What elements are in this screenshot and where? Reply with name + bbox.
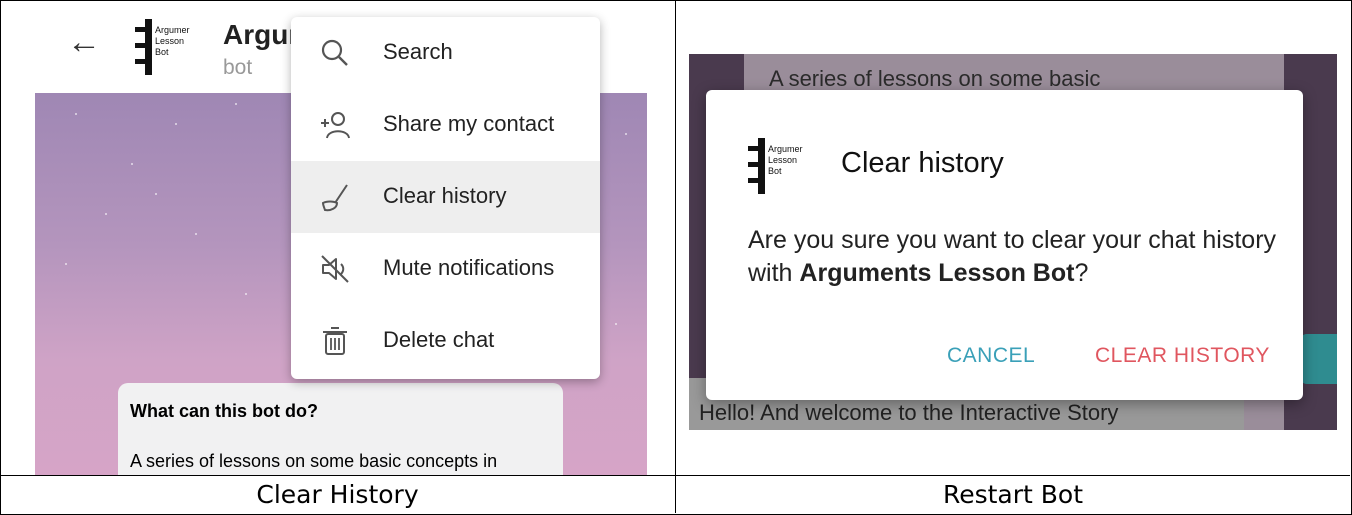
- logo-line: Bot: [768, 166, 782, 176]
- menu-label: Share my contact: [383, 111, 555, 136]
- menu-label: Search: [383, 39, 453, 64]
- menu-label: Delete chat: [383, 327, 495, 352]
- chat-subtitle: bot: [223, 56, 253, 79]
- right-screenshot: A series of lessons on some basic Hello!…: [676, 1, 1350, 475]
- menu-item-share-contact[interactable]: Share my contact: [291, 89, 600, 161]
- bot-name: Arguments Lesson Bot: [799, 259, 1075, 287]
- mute-icon: [321, 255, 349, 283]
- row-divider: [0, 475, 1350, 476]
- menu-label: Clear history: [383, 183, 507, 208]
- menu-item-clear-history[interactable]: Clear history: [291, 161, 600, 233]
- background-message-bottom: Hello! And welcome to the Interactive St…: [699, 400, 1119, 425]
- dialog-message: Are you sure you want to clear your chat…: [748, 224, 1288, 290]
- bot-logo: Argumer Lesson Bot: [744, 136, 804, 196]
- menu-label: Mute notifications: [383, 255, 555, 280]
- overflow-menu: Search Share my contact Clear history Mu…: [291, 17, 600, 379]
- logo-line: Lesson: [768, 155, 798, 165]
- caption-left: Clear History: [256, 480, 419, 509]
- logo-line: Bot: [155, 47, 169, 57]
- logo-line: Argumer: [768, 144, 803, 154]
- clear-history-dialog: Argumer Lesson Bot Clear history Are you…: [706, 90, 1303, 400]
- dialog-message-suffix: ?: [1074, 259, 1089, 287]
- trash-icon: [323, 327, 347, 355]
- menu-item-mute[interactable]: Mute notifications: [291, 233, 600, 305]
- dialog-title: Clear history: [841, 147, 1004, 179]
- logo-line: Lesson: [155, 36, 185, 46]
- intro-title: What can this bot do?: [130, 401, 318, 421]
- caption-right: Restart Bot: [942, 480, 1084, 509]
- broom-icon: [321, 184, 348, 212]
- bot-intro-card: What can this bot do? A series of lesson…: [118, 383, 563, 475]
- arrow-left-icon[interactable]: ←: [67, 25, 101, 59]
- share-contact-icon: [321, 112, 350, 139]
- search-icon: [321, 39, 348, 66]
- left-screenshot: ← Argumer Lesson Bot Argum bot What can …: [1, 1, 675, 475]
- background-message-top: A series of lessons on some basic: [769, 66, 1101, 91]
- dimmed-chat: A series of lessons on some basic Hello!…: [689, 54, 1337, 430]
- intro-body: A series of lessons on some basic concep…: [130, 451, 498, 471]
- clear-history-button[interactable]: CLEAR HISTORY: [1095, 344, 1270, 368]
- menu-item-search[interactable]: Search: [291, 17, 600, 89]
- bot-logo: Argumer Lesson Bot: [131, 17, 191, 77]
- cancel-button[interactable]: CANCEL: [947, 344, 1035, 368]
- menu-item-delete-chat[interactable]: Delete chat: [291, 305, 600, 377]
- logo-line: Argumer: [155, 25, 190, 35]
